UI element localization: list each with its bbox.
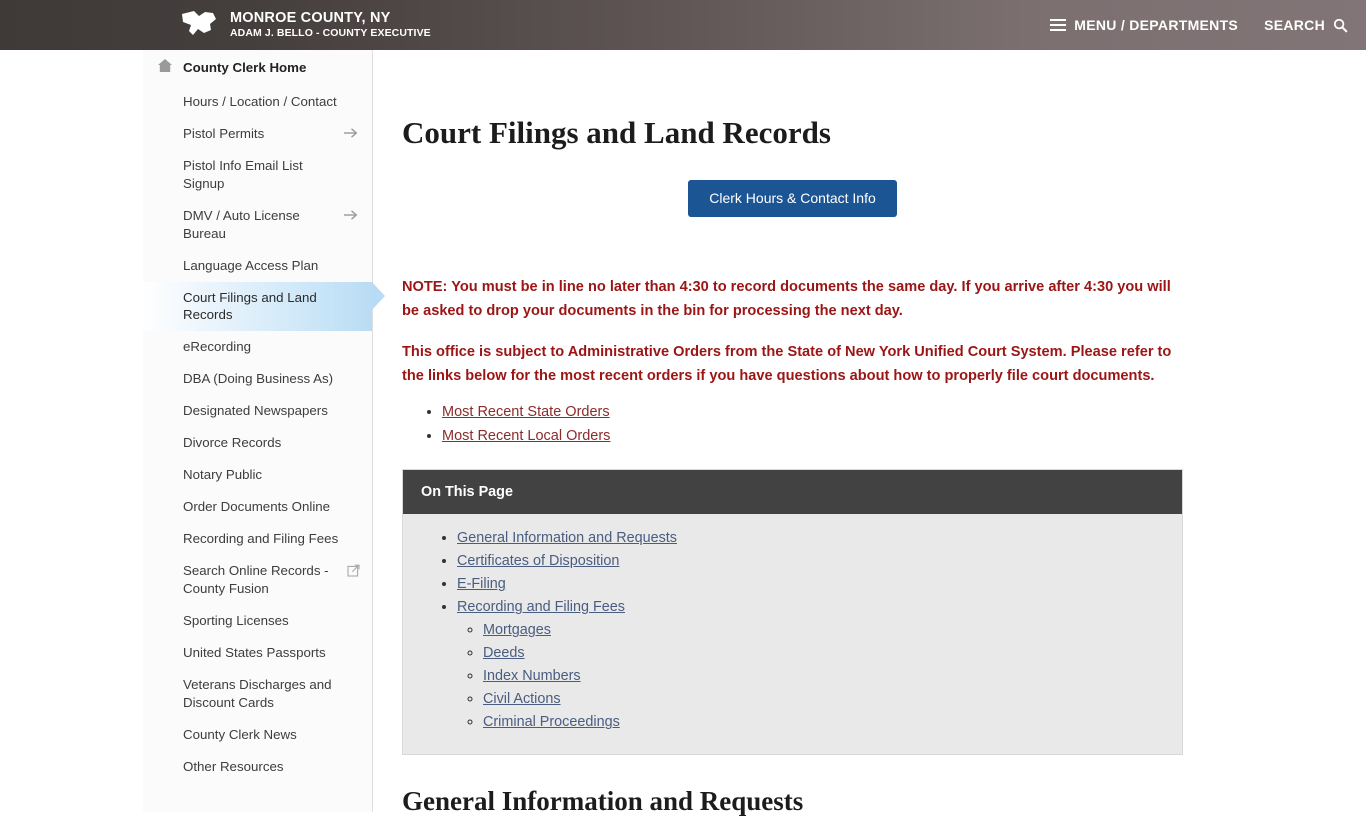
on-this-page-sublink[interactable]: Criminal Proceedings — [483, 714, 620, 730]
note-paragraph-1: NOTE: You must be in line no later than … — [402, 279, 1171, 320]
on-this-page-list: General Information and Requests Certific… — [421, 529, 1164, 731]
note-paragraph-2: This office is subject to Administrative… — [402, 344, 1172, 385]
active-item-pointer — [372, 281, 385, 310]
clerk-hours-contact-info-button[interactable]: Clerk Hours & Contact Info — [688, 180, 897, 218]
list-item: E-Filing — [457, 575, 1164, 593]
recent-orders-list: Most Recent State Orders Most Recent Loca… — [402, 403, 1183, 445]
on-this-page-sublink[interactable]: Mortgages — [483, 622, 551, 638]
section-heading-general-information: General Information and Requests — [402, 786, 804, 817]
list-item: Index Numbers — [483, 667, 1164, 685]
on-this-page-sublink[interactable]: Index Numbers — [483, 668, 581, 684]
sidebar-item-label: DMV / Auto License Bureau — [183, 207, 300, 241]
order-link[interactable]: Most Recent State Orders — [442, 404, 610, 420]
sidebar-item-court-filings-and-land-records[interactable]: Court Filings and Land Records — [143, 281, 385, 332]
sidebar-item-recording-and-filing-fees[interactable]: Recording and Filing Fees — [143, 523, 372, 555]
monroe-county-map-logo-icon — [182, 11, 216, 35]
on-this-page-sublist: Mortgages Deeds Index Numbers Civil Actions… — [457, 621, 1164, 731]
sidebar-item-order-documents-online[interactable]: Order Documents Online — [143, 491, 372, 523]
sidebar-item-label: Search Online Records - County Fusion — [183, 562, 329, 596]
menu-departments-button[interactable]: MENU / DEPARTMENTS — [1050, 17, 1238, 33]
list-item: Most Recent Local Orders — [442, 427, 1183, 445]
on-this-page-link[interactable]: Recording and Filing Fees — [457, 599, 625, 615]
sidebar-item-sporting-licenses[interactable]: Sporting Licenses — [143, 605, 372, 637]
sidebar-item-notary-public[interactable]: Notary Public — [143, 459, 372, 491]
brand-subtitle: ADAM J. BELLO - COUNTY EXECUTIVE — [230, 26, 431, 39]
sidebar-item-label: United States Passports — [183, 644, 326, 660]
on-this-page-link[interactable]: General Information and Requests — [457, 530, 677, 546]
sidebar-item-label: Order Documents Online — [183, 499, 331, 515]
sidebar-item-dmv-auto-license-bureau[interactable]: DMV / Auto License Bureau — [143, 200, 372, 250]
sidebar-item-designated-newspapers[interactable]: Designated Newspapers — [143, 395, 372, 427]
contact-button-row: Clerk Hours & Contact Info — [402, 180, 1183, 218]
sidebar-item-county-clerk-home[interactable]: County Clerk Home — [143, 50, 372, 86]
sidebar-item-label: eRecording — [183, 339, 252, 355]
on-this-page-sublink[interactable]: Deeds — [483, 645, 525, 661]
sidebar-item-hours-location-contact[interactable]: Hours / Location / Contact — [143, 86, 372, 118]
arrow-right-icon — [344, 128, 358, 138]
sidebar-item-label: Other Resources — [183, 758, 284, 774]
sidebar-item-dba-doing-business-as[interactable]: DBA (Doing Business As) — [143, 363, 372, 395]
brand-title: MONROE COUNTY, NY — [230, 10, 391, 27]
list-item: Deeds — [483, 644, 1164, 662]
sidebar-item-label: County Clerk Home — [183, 60, 307, 75]
list-item: Criminal Proceedings — [483, 713, 1164, 731]
sidebar-item-label: Court Filings and Land Records — [183, 289, 317, 323]
page-title: Court Filings and Land Records — [402, 115, 831, 150]
list-item: Recording and Filing Fees Mortgages Deeds I… — [457, 598, 1164, 731]
on-this-page-title: On This Page — [403, 470, 1182, 515]
search-button[interactable]: SEARCH — [1264, 17, 1348, 33]
list-item: Mortgages — [483, 621, 1164, 639]
sidebar-item-veterans-discharges-and-discount-cards[interactable]: Veterans Discharges and Discount Cards — [143, 669, 372, 719]
sidebar-item-label: Pistol Permits — [183, 125, 265, 141]
sidebar-item-label: Pistol Info Email List Signup — [183, 157, 303, 191]
site-header: MONROE COUNTY, NY ADAM J. BELLO - COUNTY… — [0, 0, 1366, 50]
sidebar-item-language-access-plan[interactable]: Language Access Plan — [143, 250, 372, 282]
sidebar-item-label: County Clerk News — [183, 726, 297, 742]
hamburger-icon — [1050, 19, 1067, 31]
home-icon — [158, 59, 172, 72]
sidebar-item-label: DBA (Doing Business As) — [183, 371, 334, 387]
search-icon — [1333, 18, 1348, 33]
external-link-icon — [347, 564, 360, 577]
page-layout: County Clerk Home Hours / Location / Con… — [0, 50, 1366, 817]
on-this-page-sublink[interactable]: Civil Actions — [483, 691, 561, 707]
main-content: Court Filings and Land Records Clerk Hou… — [373, 50, 1366, 817]
sidebar-item-label: Hours / Location / Contact — [183, 93, 337, 109]
on-this-page-body: General Information and Requests Certific… — [403, 514, 1182, 754]
on-this-page-link[interactable]: E-Filing — [457, 576, 506, 592]
sidebar-item-united-states-passports[interactable]: United States Passports — [143, 637, 372, 669]
sidebar-item-pistol-info-email-list-signup[interactable]: Pistol Info Email List Signup — [143, 150, 372, 200]
on-this-page-link[interactable]: Certificates of Disposition — [457, 553, 619, 569]
sidebar-nav: County Clerk Home Hours / Location / Con… — [143, 50, 385, 813]
list-item: Civil Actions — [483, 690, 1164, 708]
sidebar-item-search-online-records-county-fusion[interactable]: Search Online Records - County Fusion — [143, 555, 372, 605]
sidebar-item-pistol-permits[interactable]: Pistol Permits — [143, 118, 372, 150]
sidebar-item-label: Designated Newspapers — [183, 403, 328, 419]
list-item: Most Recent State Orders — [442, 403, 1183, 421]
menu-departments-label: MENU / DEPARTMENTS — [1074, 17, 1239, 33]
sidebar-item-label: Sporting Licenses — [183, 612, 289, 628]
site-brand[interactable]: MONROE COUNTY, NY ADAM J. BELLO - COUNTY… — [180, 8, 431, 42]
sidebar-item-label: Veterans Discharges and Discount Cards — [183, 676, 332, 710]
header-nav: MENU / DEPARTMENTS SEARCH — [1050, 0, 1348, 50]
on-this-page-box: On This Page General Information and Req… — [402, 469, 1183, 756]
list-item: Certificates of Disposition — [457, 552, 1164, 570]
sidebar-item-other-resources[interactable]: Other Resources — [143, 751, 372, 783]
sidebar-item-label: Language Access Plan — [183, 257, 319, 273]
order-link[interactable]: Most Recent Local Orders — [442, 428, 610, 444]
arrow-right-icon — [344, 209, 358, 220]
sidebar-item-label: Notary Public — [183, 467, 263, 483]
sidebar-item-label: Divorce Records — [183, 435, 282, 451]
sidebar-item-erecording[interactable]: eRecording — [143, 331, 372, 363]
sidebar-item-divorce-records[interactable]: Divorce Records — [143, 427, 372, 459]
sidebar-item-label: Recording and Filing Fees — [183, 531, 339, 546]
sidebar-item-county-clerk-news[interactable]: County Clerk News — [143, 719, 372, 751]
list-item: General Information and Requests — [457, 529, 1164, 547]
search-label: SEARCH — [1264, 17, 1325, 33]
